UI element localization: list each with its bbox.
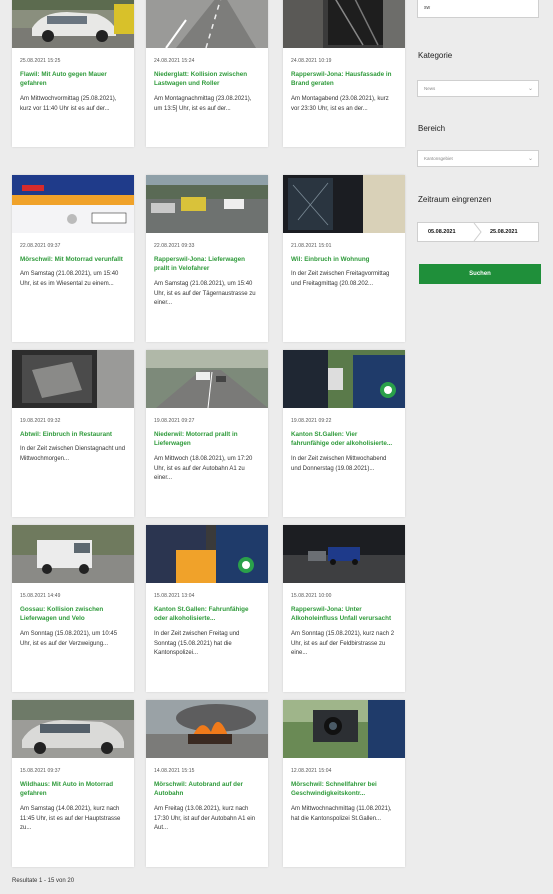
news-card[interactable]: 24.08.2021 10:19 Rapperswil-Jona: Hausfas…: [283, 0, 405, 147]
news-title-link[interactable]: Gossau: Kollision zwischen Lieferwagen u…: [20, 605, 126, 624]
news-excerpt: Am Mittwochvormittag (25.08.2021), kurz …: [20, 95, 117, 112]
news-card[interactable]: 15.08.2021 09:37 Wildhaus: Mit Auto in Mo…: [12, 700, 134, 867]
news-card[interactable]: 15.08.2021 10:00 Rapperswil-Jona: Unter A…: [283, 525, 405, 692]
news-thumbnail[interactable]: [12, 175, 134, 233]
news-date: 14.08.2021 15:15: [154, 768, 195, 774]
news-card[interactable]: 15.08.2021 13:04 Kanton St.Gallen: Fahrun…: [146, 525, 268, 692]
news-thumbnail[interactable]: [12, 0, 134, 48]
news-date: 15.08.2021 13:04: [154, 593, 195, 599]
news-card[interactable]: 22.08.2021 09:37 Mörschwil: Mit Motorrad …: [12, 175, 134, 342]
arrow-right-icon: [473, 223, 482, 241]
news-date: 24.08.2021 10:19: [291, 58, 332, 64]
news-thumbnail[interactable]: [146, 525, 268, 583]
news-title-link[interactable]: Rapperswil-Jona: Unter Alkoholeinfluss U…: [291, 605, 397, 624]
date-to-field[interactable]: 25.08.2021: [490, 229, 518, 235]
news-date: 22.08.2021 09:37: [20, 243, 61, 249]
news-date: 25.08.2021 15:25: [20, 58, 61, 64]
news-card[interactable]: 19.08.2021 09:32 Abtwil: Einbruch in Rest…: [12, 350, 134, 517]
chevron-down-icon: ⌄: [527, 156, 533, 162]
news-date: 12.08.2021 15:04: [291, 768, 332, 774]
news-thumbnail[interactable]: [12, 350, 134, 408]
news-thumbnail[interactable]: [283, 0, 405, 48]
news-card[interactable]: 14.08.2021 15:15 Mörschwil: Autobrand auf…: [146, 700, 268, 867]
news-thumbnail[interactable]: [12, 700, 134, 758]
kategorie-select[interactable]: News ⌄: [417, 80, 539, 97]
news-date: 15.08.2021 10:00: [291, 593, 332, 599]
results-count: Resultate 1 - 15 von 20: [12, 878, 75, 884]
news-card[interactable]: 22.08.2021 09:33 Rapperswil-Jona: Lieferw…: [146, 175, 268, 342]
news-title-link[interactable]: Flawil: Mit Auto gegen Mauer gefahren: [20, 70, 126, 89]
bereich-value: Kantonsgebiet: [424, 156, 453, 161]
news-card[interactable]: 25.08.2021 15:25 Flawil: Mit Auto gegen M…: [12, 0, 134, 147]
news-date: 22.08.2021 09:33: [154, 243, 195, 249]
news-card[interactable]: 15.08.2021 14:49 Gossau: Kollision zwisch…: [12, 525, 134, 692]
news-excerpt: Am Freitag (13.08.2021), kurz nach 17:30…: [154, 805, 256, 832]
news-title-link[interactable]: Rapperswil-Jona: Lieferwagen prallt in V…: [154, 255, 260, 274]
news-date: 15.08.2021 14:49: [20, 593, 61, 599]
date-range-picker: 05.08.2021 25.08.2021: [417, 222, 539, 242]
news-title-link[interactable]: Wil: Einbruch in Wohnung: [291, 255, 397, 264]
news-thumbnail[interactable]: [146, 700, 268, 758]
bereich-label: Bereich: [418, 124, 446, 133]
news-title-link[interactable]: Kanton St.Gallen: Vier fahrunfähige oder…: [291, 430, 397, 449]
news-title-link[interactable]: Mörschwil: Autobrand auf der Autobahn: [154, 780, 260, 799]
news-card[interactable]: 21.08.2021 15:01 Wil: Einbruch in Wohnung…: [283, 175, 405, 342]
news-excerpt: In der Zeit zwischen Freitag und Sonntag…: [154, 630, 240, 657]
news-excerpt: Am Samstag (21.08.2021), um 15:40 Uhr, i…: [154, 280, 256, 307]
news-date: 19.08.2021 09:27: [154, 418, 195, 424]
news-date: 15.08.2021 09:37: [20, 768, 61, 774]
news-thumbnail[interactable]: [283, 350, 405, 408]
news-card[interactable]: 19.08.2021 09:27 Niederwil: Motorrad pral…: [146, 350, 268, 517]
kategorie-label: Kategorie: [418, 51, 453, 60]
news-card[interactable]: 12.08.2021 15:04 Mörschwil: Schnellfahrer…: [283, 700, 405, 867]
news-card[interactable]: 24.08.2021 15:24 Niederglatt: Kollision z…: [146, 0, 268, 147]
news-title-link[interactable]: Mörschwil: Schnellfahrer bei Geschwindig…: [291, 780, 397, 799]
news-card[interactable]: 19.08.2021 09:22 Kanton St.Gallen: Vier f…: [283, 350, 405, 517]
news-date: 19.08.2021 09:32: [20, 418, 61, 424]
news-thumbnail[interactable]: [283, 525, 405, 583]
news-title-link[interactable]: Rapperswil-Jona: Hausfassade in Brand ge…: [291, 70, 397, 89]
news-excerpt: In der Zeit zwischen Dienstagnacht und M…: [20, 446, 126, 463]
news-thumbnail[interactable]: [283, 700, 405, 758]
news-excerpt: In der Zeit zwischen Freitagvormittag un…: [291, 271, 390, 288]
news-title-link[interactable]: Kanton St.Gallen: Fahrunfähige oder alko…: [154, 605, 260, 624]
news-thumbnail[interactable]: [12, 525, 134, 583]
news-excerpt: Am Sonntag (15.08.2021), kurz nach 2 Uhr…: [291, 630, 395, 657]
news-title-link[interactable]: Niederglatt: Kollision zwischen Lastwage…: [154, 70, 260, 89]
news-thumbnail[interactable]: [283, 175, 405, 233]
news-excerpt: In der Zeit zwischen Mittwochabend und D…: [291, 455, 387, 472]
news-excerpt: Am Sonntag (15.08.2021), um 10:45 Uhr, i…: [20, 630, 118, 647]
news-title-link[interactable]: Mörschwil: Mit Motorrad verunfallt: [20, 255, 126, 264]
zeitraum-label: Zeitraum eingrenzen: [418, 195, 492, 204]
news-excerpt: Am Samstag (21.08.2021), um 15:40 Uhr, i…: [20, 271, 119, 288]
news-date: 24.08.2021 15:24: [154, 58, 195, 64]
news-excerpt: Am Mittwochnachmittag (11.08.2021), hat …: [291, 805, 392, 822]
date-from-field[interactable]: 05.08.2021: [428, 229, 456, 235]
news-excerpt: Am Mittwoch (18.08.2021), um 17:20 Uhr, …: [154, 455, 253, 482]
news-thumbnail[interactable]: [146, 350, 268, 408]
news-date: 19.08.2021 09:22: [291, 418, 332, 424]
news-excerpt: Am Montagabend (23.08.2021), kurz vor 23…: [291, 95, 389, 112]
news-date: 21.08.2021 15:01: [291, 243, 332, 249]
news-excerpt: Am Montagnachmittag (23.08.2021), um 13:…: [154, 95, 252, 112]
news-thumbnail[interactable]: [146, 175, 268, 233]
news-thumbnail[interactable]: [146, 0, 268, 48]
search-text-input[interactable]: sw: [417, 0, 539, 18]
search-button[interactable]: Suchen: [419, 264, 541, 284]
news-excerpt: Am Samstag (14.08.2021), kurz nach 11:45…: [20, 805, 121, 832]
chevron-down-icon: ⌄: [527, 86, 533, 92]
kategorie-value: News: [424, 86, 436, 91]
news-title-link[interactable]: Abtwil: Einbruch in Restaurant: [20, 430, 126, 439]
bereich-select[interactable]: Kantonsgebiet ⌄: [417, 150, 539, 167]
news-title-link[interactable]: Niederwil: Motorrad prallt in Lieferwage…: [154, 430, 260, 449]
news-title-link[interactable]: Wildhaus: Mit Auto in Motorrad gefahren: [20, 780, 126, 799]
